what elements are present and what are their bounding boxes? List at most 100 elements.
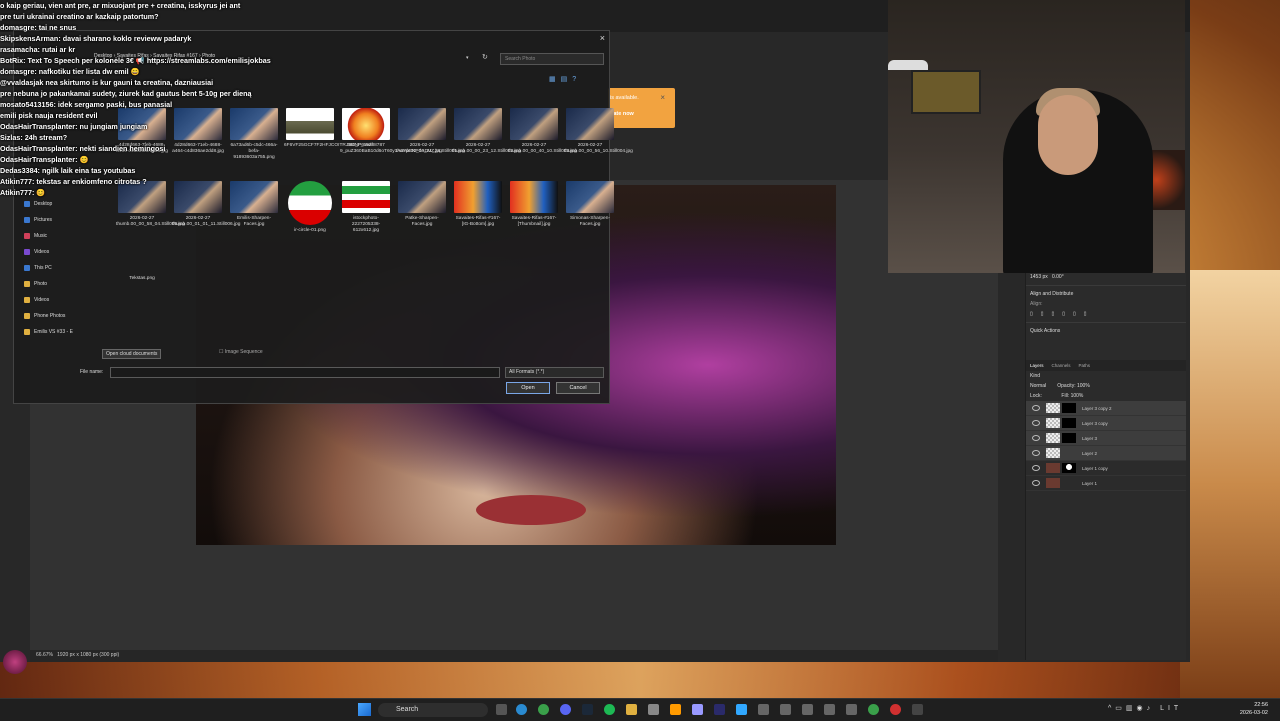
folder-icon bbox=[24, 281, 30, 287]
file-item[interactable]: Simonas-Sharpen-Faces.jpg bbox=[564, 181, 616, 228]
file-thumbnail bbox=[398, 108, 446, 140]
file-name: Savaites-Rifas-#167-[Thumbnail].jpg bbox=[511, 216, 557, 227]
nav-item[interactable]: Videos bbox=[24, 292, 104, 308]
windows-start-icon[interactable] bbox=[358, 703, 371, 716]
file-explorer-icon[interactable] bbox=[496, 704, 507, 715]
nav-item[interactable]: Music bbox=[24, 228, 104, 244]
close-icon[interactable]: × bbox=[600, 33, 605, 43]
chrome-icon[interactable] bbox=[538, 704, 549, 715]
visibility-eye-icon[interactable] bbox=[1032, 465, 1040, 471]
file-name: 2026-02-27 thumb.00_00_40_10.Still003.jp… bbox=[508, 143, 577, 154]
after-effects-icon[interactable] bbox=[692, 704, 703, 715]
visibility-eye-icon[interactable] bbox=[1032, 450, 1040, 456]
layer-row[interactable]: Layer 1 copy bbox=[1026, 461, 1186, 476]
app-icon[interactable] bbox=[648, 704, 659, 715]
nav-item[interactable]: Photo bbox=[24, 276, 104, 292]
chat-message: domasgre: nafkotiku tier lista dw emil 😄 bbox=[0, 67, 140, 76]
status-bar bbox=[30, 650, 998, 662]
nav-item[interactable]: Emilis VS #33 - E bbox=[24, 324, 104, 340]
nav-item[interactable]: Phone Photos bbox=[24, 308, 104, 324]
illustrator-icon[interactable] bbox=[670, 704, 681, 715]
image-sequence-label: Image Sequence bbox=[224, 349, 263, 355]
nav-item[interactable]: Videos bbox=[24, 244, 104, 260]
align-title[interactable]: Align and Distribute bbox=[1026, 289, 1186, 299]
file-item[interactable]: 2026-02-27 thumb.00_00_21_24.Still001.jp… bbox=[396, 108, 465, 155]
file-thumbnail bbox=[398, 181, 446, 213]
file-name: 2026-02-27 thumb.00_01_01_11.Still006.jp… bbox=[172, 216, 241, 227]
folder-icon bbox=[24, 329, 30, 335]
app-icon[interactable] bbox=[758, 704, 769, 715]
tab-layers[interactable]: Layers bbox=[1030, 363, 1044, 368]
discord-icon[interactable] bbox=[560, 704, 571, 715]
tab-channels[interactable]: Channels bbox=[1052, 363, 1071, 368]
chrome-icon[interactable] bbox=[868, 704, 879, 715]
photoshop-icon[interactable] bbox=[736, 704, 747, 715]
taskbar-search[interactable]: Search bbox=[378, 703, 488, 717]
app-icon[interactable] bbox=[846, 704, 857, 715]
pc-icon bbox=[24, 265, 30, 271]
cancel-button[interactable]: Cancel bbox=[556, 382, 600, 394]
system-tray[interactable]: ^▭▥◉♪ LIT bbox=[1108, 704, 1182, 712]
app-icon[interactable] bbox=[824, 704, 835, 715]
file-item[interactable]: Patke-Sharpen-Faces.jpg bbox=[396, 181, 448, 228]
premiere-icon[interactable] bbox=[714, 704, 725, 715]
open-cloud-documents-button[interactable]: Open cloud documents bbox=[102, 349, 162, 359]
visibility-eye-icon[interactable] bbox=[1032, 420, 1040, 426]
chat-message: @vvaldasjak nea skirtumo is kur gauni ta… bbox=[0, 78, 214, 87]
layer-filter-kind[interactable]: Kind bbox=[1026, 371, 1186, 381]
visibility-eye-icon[interactable] bbox=[1032, 405, 1040, 411]
app-icon[interactable] bbox=[802, 704, 813, 715]
chat-message: domasgre: tai ne snus bbox=[0, 23, 77, 32]
layer-row[interactable]: Layer 1 bbox=[1026, 476, 1186, 491]
spotify-icon[interactable] bbox=[604, 704, 615, 715]
chevron-down-icon[interactable]: ▾ bbox=[466, 55, 469, 61]
app-icon[interactable] bbox=[912, 704, 923, 715]
file-name: 2026-02-27 thumb.00_00_23_12.Still002.jp… bbox=[452, 143, 521, 154]
layer-row[interactable]: Layer 2 bbox=[1026, 446, 1186, 461]
tab-paths[interactable]: Paths bbox=[1079, 363, 1091, 368]
chat-message: Atikin777: 😊 bbox=[0, 188, 46, 197]
clock[interactable]: 22:56 2026-03-02 bbox=[1240, 701, 1268, 717]
file-format-select[interactable]: All Formats (*.*) bbox=[505, 367, 604, 378]
layer-row[interactable]: Layer 3 bbox=[1026, 431, 1186, 446]
layer-row[interactable]: Layer 3 copy bbox=[1026, 416, 1186, 431]
chat-message: OdasHairTransplanter: nekti siandien hem… bbox=[0, 144, 166, 153]
refresh-icon[interactable]: ↻ bbox=[482, 53, 488, 61]
blend-opacity-row[interactable]: Normal Opacity: 100% bbox=[1026, 381, 1186, 391]
file-name-input[interactable] bbox=[110, 367, 500, 378]
file-item[interactable]: 2026-02-27 thumb.00_00_40_10.Still003.jp… bbox=[508, 108, 577, 155]
layer-list: Layer 3 copy 2 Layer 3 copy Layer 3 Laye… bbox=[1026, 401, 1186, 491]
edge-icon[interactable] bbox=[516, 704, 527, 715]
update-notification[interactable]: is available. date now × bbox=[608, 88, 675, 128]
close-icon[interactable]: × bbox=[660, 93, 665, 102]
wallpaper-right bbox=[1180, 270, 1280, 700]
image-sequence-checkbox[interactable]: ☐ Image Sequence bbox=[219, 349, 263, 355]
file-item[interactable]: Savaites-Rifas-#167-[IG-Bottom].jpg bbox=[452, 181, 504, 228]
quick-actions-title[interactable]: Quick Actions bbox=[1026, 326, 1186, 336]
align-buttons[interactable]: ▯▯▯▯▯▯ bbox=[1026, 309, 1186, 319]
layer-row[interactable]: Layer 3 copy 2 bbox=[1026, 401, 1186, 416]
app-icon[interactable] bbox=[890, 704, 901, 715]
chat-message: SkipskensArman: davai sharano koklo revi… bbox=[0, 34, 192, 43]
lock-fill-row[interactable]: Lock: Fill: 100% bbox=[1026, 391, 1186, 401]
file-item[interactable]: 2026-02-27 thumb.00_00_56_10.Still004.jp… bbox=[564, 108, 633, 155]
file-thumbnail bbox=[454, 108, 502, 140]
layers-tabs: Layers Channels Paths bbox=[1026, 360, 1186, 371]
open-button[interactable]: Open bbox=[506, 382, 550, 394]
visibility-eye-icon[interactable] bbox=[1032, 435, 1040, 441]
file-item[interactable]: Tekstas.png bbox=[116, 273, 168, 282]
file-item[interactable]: 2026-02-27 thumb.00_00_23_12.Still002.jp… bbox=[452, 108, 521, 155]
photo-mouth bbox=[476, 495, 586, 525]
view-options-icon[interactable]: ▦▤? bbox=[549, 75, 581, 83]
steam-icon[interactable] bbox=[582, 704, 593, 715]
file-name-label: File name: bbox=[80, 369, 104, 375]
file-item[interactable]: Savaites-Rifas-#167-[Thumbnail].jpg bbox=[508, 181, 560, 228]
zoom-level[interactable]: 66.67% 1920 px x 1080 px (300 ppi) bbox=[36, 652, 119, 658]
file-name: 2026-02-27 thumb.00_00_56_10.Still004.jp… bbox=[564, 143, 633, 154]
language-indicator[interactable]: LIT bbox=[1160, 705, 1182, 712]
folder-icon[interactable] bbox=[626, 704, 637, 715]
visibility-eye-icon[interactable] bbox=[1032, 480, 1040, 486]
app-icon[interactable] bbox=[780, 704, 791, 715]
search-input[interactable]: Search Photo bbox=[500, 53, 604, 65]
nav-item[interactable]: This PC bbox=[24, 260, 104, 276]
